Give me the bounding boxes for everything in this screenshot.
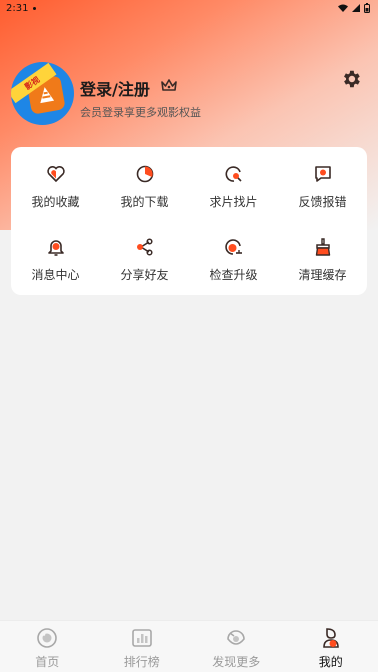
status-bar: 2:31 bbox=[0, 0, 378, 16]
grid-item-label: 分享好友 bbox=[120, 268, 169, 282]
download-icon bbox=[135, 164, 155, 184]
nav-tab-discover[interactable]: 发现更多 bbox=[189, 621, 284, 672]
grid-item-favorites[interactable]: 我的收藏 bbox=[11, 147, 100, 220]
upgrade-icon bbox=[224, 237, 244, 257]
discover-icon bbox=[225, 627, 247, 649]
nav-tab-ranking[interactable]: 排行榜 bbox=[95, 621, 190, 672]
grid-item-feedback[interactable]: 反馈报错 bbox=[278, 147, 367, 220]
settings-gear-icon[interactable] bbox=[340, 68, 362, 90]
feedback-icon bbox=[313, 164, 333, 184]
bell-icon bbox=[46, 237, 66, 257]
grid-item-request-film[interactable]: 求片找片 bbox=[189, 147, 278, 220]
avatar[interactable]: 影视 bbox=[11, 62, 74, 125]
nav-tab-label: 发现更多 bbox=[212, 655, 261, 669]
profile-icon bbox=[320, 627, 342, 649]
wifi-icon bbox=[338, 4, 348, 12]
grid-item-label: 清理缓存 bbox=[298, 268, 347, 282]
grid-item-label: 我的收藏 bbox=[31, 195, 80, 209]
home-icon bbox=[36, 627, 58, 649]
grid-item-clear-cache[interactable]: 清理缓存 bbox=[278, 220, 367, 293]
login-subtitle: 会员登录享更多观影权益 bbox=[80, 106, 201, 119]
bottom-navigation: 首页 排行榜 发现更多 我的 bbox=[0, 620, 378, 672]
nav-tab-label: 首页 bbox=[35, 655, 60, 669]
notification-dot-icon bbox=[33, 6, 37, 10]
ranking-icon bbox=[131, 627, 153, 649]
grid-item-label: 检查升级 bbox=[209, 268, 258, 282]
grid-item-label: 反馈报错 bbox=[298, 195, 347, 209]
share-icon bbox=[135, 237, 155, 257]
signal-icon bbox=[352, 4, 360, 12]
heart-icon bbox=[46, 164, 66, 184]
grid-item-messages[interactable]: 消息中心 bbox=[11, 220, 100, 293]
grid-item-downloads[interactable]: 我的下载 bbox=[100, 147, 189, 220]
nav-tab-label: 我的 bbox=[318, 655, 343, 669]
features-panel: 我的收藏 我的下载 求片找片 反馈报错 消息中心 分享好友 检查升级 清理缓存 bbox=[11, 147, 367, 295]
login-register-link[interactable]: 登录/注册 bbox=[80, 76, 150, 100]
broom-icon bbox=[313, 237, 333, 257]
status-time: 2:31 bbox=[6, 2, 29, 14]
film-search-icon bbox=[224, 164, 244, 184]
nav-tab-label: 排行榜 bbox=[123, 655, 160, 669]
nav-tab-home[interactable]: 首页 bbox=[0, 621, 95, 672]
crown-icon bbox=[160, 77, 178, 97]
grid-item-label: 求片找片 bbox=[209, 195, 258, 209]
grid-item-label: 我的下载 bbox=[120, 195, 169, 209]
grid-item-check-update[interactable]: 检查升级 bbox=[189, 220, 278, 293]
nav-tab-mine[interactable]: 我的 bbox=[284, 621, 378, 672]
grid-item-label: 消息中心 bbox=[31, 268, 80, 282]
grid-item-share[interactable]: 分享好友 bbox=[100, 220, 189, 293]
battery-icon bbox=[364, 3, 370, 13]
